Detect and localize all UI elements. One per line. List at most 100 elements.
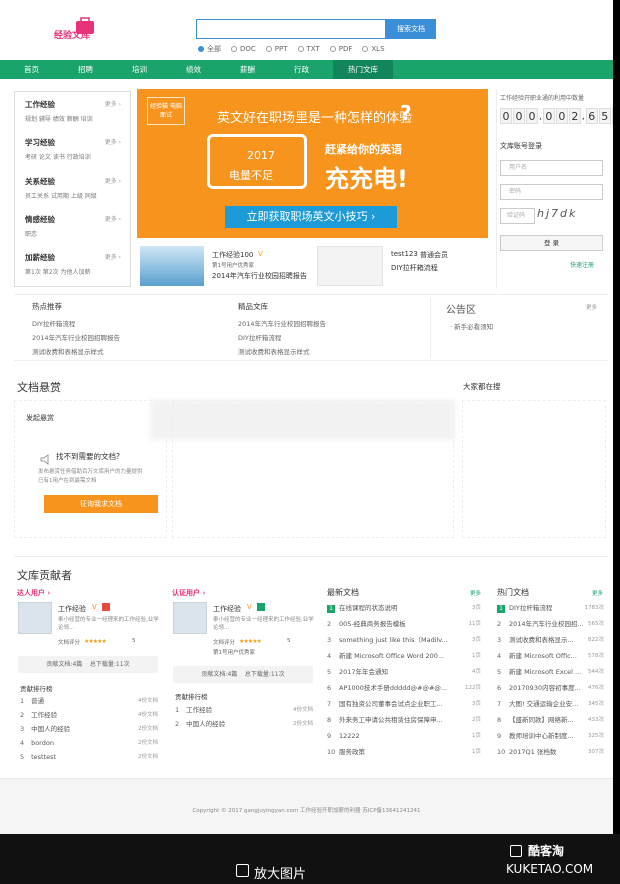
card-doc-title[interactable]: DIY拉杆箱流程 — [391, 263, 438, 273]
doc-row[interactable]: 4 新建 Microsoft Offic... 578次 — [497, 651, 604, 661]
doc-row[interactable]: 6 20170930内容初事度... 476次 — [497, 683, 604, 693]
captcha-field[interactable]: 验证码 — [500, 208, 535, 224]
notice-item[interactable]: · 新手必看须知 — [450, 321, 493, 331]
rank-row[interactable]: 1 普通 4份文档 — [20, 696, 158, 706]
search-button[interactable]: 搜索文档 — [386, 19, 436, 39]
doc-thumbnail[interactable] — [317, 246, 383, 286]
search-input[interactable] — [196, 19, 386, 39]
nav-performance[interactable]: 绩效 — [171, 60, 216, 79]
site-logo[interactable]: 经验文库 — [52, 15, 122, 45]
category-relations[interactable]: 关系经验 更多 › 员工关系 试用期 上级 同级 — [25, 176, 125, 200]
filetype-pdf[interactable]: PDF — [329, 44, 352, 54]
counter-digit: 0 — [513, 108, 525, 124]
category-study[interactable]: 学习经验 更多 › 考研 论文 读书 行政培训 — [25, 137, 125, 161]
doc-row[interactable]: 8 外来务工申请公共租赁住房保障申... 2页 — [327, 715, 481, 725]
filetype-ppt[interactable]: PPT — [265, 44, 288, 54]
card-doc-title[interactable]: 2014年汽车行业校园招聘报告 — [212, 271, 307, 281]
doc-thumbnail[interactable] — [140, 246, 204, 286]
card-user[interactable]: 工作经验100 — [212, 250, 253, 260]
featured-item[interactable]: 测试收费和表格显示样式 — [238, 346, 310, 356]
filetype-xls[interactable]: XLS — [362, 44, 385, 54]
username-field[interactable]: 用户名 — [500, 160, 603, 176]
hot-item[interactable]: 2014年汽车行业校园招聘报告 — [32, 332, 120, 342]
reward-tab[interactable]: 发起悬赏 — [26, 413, 54, 423]
doc-row[interactable]: 2 005-经典商务报告模板 11页 — [327, 619, 481, 629]
filetype-all[interactable]: 全部 — [198, 44, 221, 54]
rank-row[interactable]: 5 testtest 2份文档 — [20, 752, 158, 762]
zoom-icon[interactable] — [236, 864, 249, 877]
rank-row[interactable]: 1 工作经验 4份文档 — [175, 705, 313, 715]
hot-item[interactable]: DIY拉杆箱流程 — [32, 318, 75, 328]
nav-salary[interactable]: 薪酬 — [225, 60, 270, 79]
register-link[interactable]: 快速注册 — [570, 260, 594, 269]
nav-hot-library[interactable]: 热门文库 — [333, 60, 393, 79]
category-raise[interactable]: 加薪经验 更多 › 第1次 第2次 为他人加薪 — [25, 252, 125, 276]
doc-row[interactable]: 10 2017Q1 张档数 307次 — [497, 747, 604, 757]
rank-row[interactable]: 2 工作经验 4份文档 — [20, 710, 158, 720]
total-downloads: 总下载量:11次 — [244, 671, 285, 678]
category-more-link[interactable]: 更多 › — [105, 137, 121, 146]
featured-item[interactable]: DIY拉杆箱流程 — [238, 332, 281, 342]
captcha-image[interactable]: hj7dk — [537, 207, 604, 225]
doc-row[interactable]: 9 12222 1页 — [327, 731, 481, 741]
reach-users-title[interactable]: 达人用户 › — [17, 588, 50, 598]
doc-row[interactable]: 7 大图! 交通运输企业安... 345次 — [497, 699, 604, 709]
doc-row[interactable]: 1 DIY拉杆箱流程 1783次 — [497, 603, 604, 613]
nav-training[interactable]: 培训 — [117, 60, 162, 79]
password-field[interactable]: 密码 — [500, 184, 603, 200]
doc-row[interactable]: 2 2014年汽车行业校园招... 565次 — [497, 619, 604, 629]
popular-more-link[interactable]: 更多 — [592, 589, 603, 597]
latest-more-link[interactable]: 更多 — [470, 589, 481, 597]
category-emotion[interactable]: 情感经验 更多 › 职恋 — [25, 214, 125, 238]
category-more-link[interactable]: 更多 › — [105, 252, 121, 261]
rank-title: 贡献排行榜 — [175, 693, 208, 701]
contributors-title: 文库贡献者 — [17, 569, 72, 582]
doc-row[interactable]: 10 服务政策 1页 — [327, 747, 481, 757]
category-links[interactable]: 考研 论文 读书 行政培训 — [25, 152, 125, 161]
category-links[interactable]: 员工关系 试用期 上级 同级 — [25, 191, 125, 200]
banner-cta-button[interactable]: 立即获取职场英文小技巧 › — [225, 206, 397, 228]
rank-row[interactable]: 2 中国人的经验 2份文档 — [175, 719, 313, 729]
filetype-txt[interactable]: TXT — [297, 44, 320, 54]
category-links[interactable]: 规划 辅导 绩效 薪酬 培训 — [25, 114, 125, 123]
doc-row[interactable]: 3 something just like this（Madilv... 3页 — [327, 635, 481, 645]
card-user[interactable]: test123 — [391, 250, 418, 258]
category-more-link[interactable]: 更多 › — [105, 214, 121, 223]
doc-row[interactable]: 6 AP1000技术手册ddddd@#@#@... 122页 — [327, 683, 481, 693]
counter-digit: 4 — [611, 108, 613, 124]
hot-item[interactable]: 测试收费和表格显示样式 — [32, 346, 104, 356]
category-links[interactable]: 职恋 — [25, 229, 125, 238]
notice-more-link[interactable]: 更多 — [586, 303, 597, 311]
doc-row[interactable]: 3 测试收费和表格显示... 822次 — [497, 635, 604, 645]
category-links[interactable]: 第1次 第2次 为他人加薪 — [25, 267, 125, 276]
avatar[interactable] — [18, 602, 52, 634]
rank-row[interactable]: 3 中国人的经验 2份文档 — [20, 724, 158, 734]
contributor-name[interactable]: 工作经验 — [213, 604, 241, 614]
doc-row[interactable]: 8 【盛新同款】网络新... 433次 — [497, 715, 604, 725]
counter-separator: , — [581, 112, 585, 122]
rank-row[interactable]: 4 bordon 2份文档 — [20, 738, 158, 748]
doc-row[interactable]: 4 新建 Microsoft Office Word 200... 1页 — [327, 651, 481, 661]
doc-row[interactable]: 7 国有独资公司董事会试点企业职工... 3页 — [327, 699, 481, 709]
verified-users-title[interactable]: 认证用户 › — [172, 588, 205, 598]
doc-row[interactable]: 9 教师培训中心新制度... 325次 — [497, 731, 604, 741]
category-more-link[interactable]: 更多 › — [105, 99, 121, 108]
nav-admin[interactable]: 行政 — [279, 60, 324, 79]
avatar[interactable] — [173, 602, 207, 634]
reward-request-button[interactable]: 征询我求文档 — [44, 495, 158, 513]
category-work[interactable]: 工作经验 更多 › 规划 辅导 绩效 薪酬 培训 — [25, 99, 125, 123]
promo-banner[interactable]: 经验猫 电脑面试 英文好在职场里是一种怎样的体验 ? 2017 电量不足 赶紧给… — [137, 89, 488, 238]
nav-recruit[interactable]: 招聘 — [63, 60, 108, 79]
stats-label: 工作经验开职业通的利用中数量 — [500, 95, 585, 102]
category-more-link[interactable]: 更多 › — [105, 176, 121, 185]
doc-row[interactable]: 5 新建 Microsoft Excel ... 544次 — [497, 667, 604, 677]
login-button[interactable]: 登 录 — [500, 235, 603, 251]
nav-home[interactable]: 首页 — [9, 60, 54, 79]
contributor-name[interactable]: 工作经验 — [58, 604, 86, 614]
doc-row[interactable]: 5 2017年年会通知 4页 — [327, 667, 481, 677]
counter-digit: 6 — [585, 108, 598, 124]
zoom-image-button[interactable]: 放大图片 — [254, 863, 306, 882]
featured-item[interactable]: 2014年汽车行业校园招聘报告 — [238, 318, 326, 328]
filetype-doc[interactable]: DOC — [231, 44, 256, 54]
doc-row[interactable]: 1 在线课程的状态说明 3页 — [327, 603, 481, 613]
